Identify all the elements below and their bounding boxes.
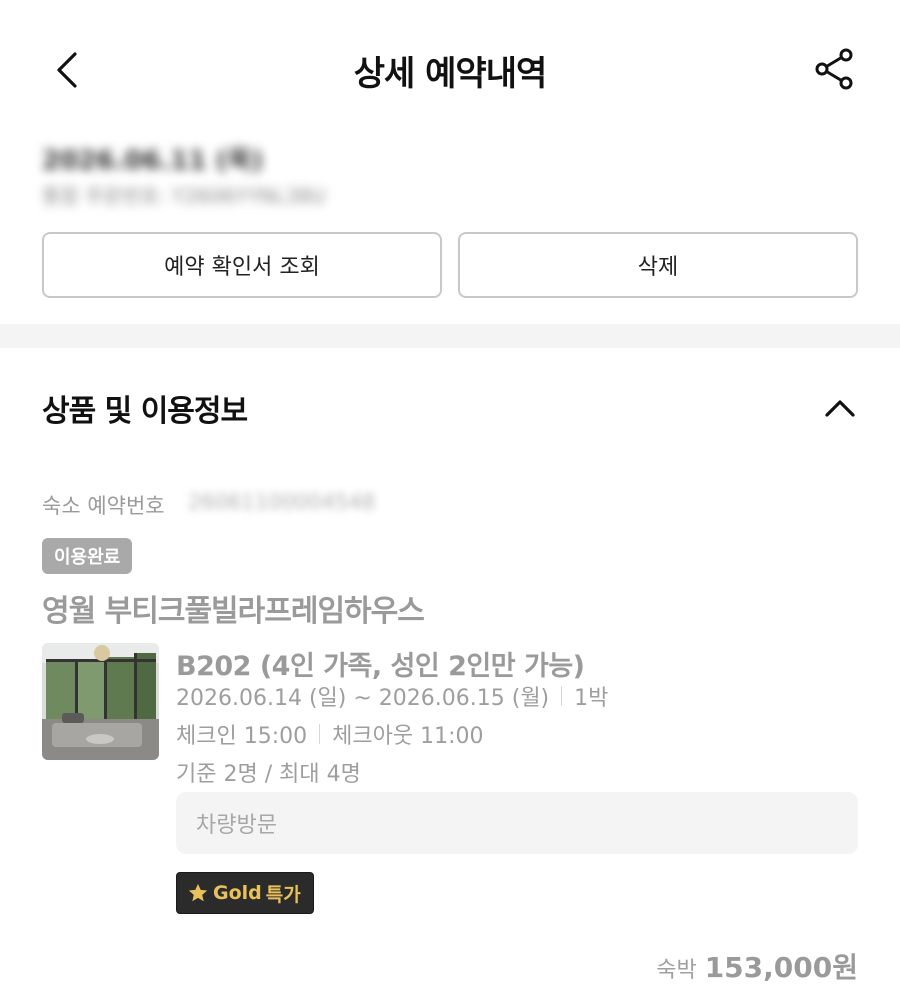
special-label: 특가	[265, 883, 301, 906]
stay-dates: 2026.06.14 (일) ~ 2026.06.15 (월) 1박	[176, 680, 608, 712]
vehicle-info: 차량방문	[176, 792, 858, 854]
page-title: 상세 예약내역	[353, 54, 548, 94]
reservation-number: 26061100004548	[188, 490, 376, 514]
room-photo	[42, 643, 159, 760]
view-confirmation-button[interactable]: 예약 확인서 조회	[42, 232, 442, 298]
section-divider	[0, 324, 900, 348]
gold-special-badge: Gold 특가	[176, 872, 314, 914]
separator	[319, 724, 321, 744]
status-badge: 이용완료	[42, 538, 133, 574]
price-value: 153,000원	[704, 951, 858, 984]
date-range: 2026.06.14 (일) ~ 2026.06.15 (월)	[176, 686, 550, 711]
room-thumbnail[interactable]	[42, 643, 159, 760]
check-times: 체크인 15:00 체크아웃 11:00	[176, 718, 483, 750]
price-row: 숙박 153,000원	[656, 946, 858, 986]
gold-label: Gold	[213, 882, 262, 904]
star-icon	[188, 883, 208, 902]
property-name[interactable]: 영월 부티크풀빌라프레임하우스	[42, 586, 425, 630]
nights: 1박	[574, 686, 609, 711]
check-out-time: 체크아웃 11:00	[332, 724, 484, 749]
check-in-time: 체크인 15:00	[176, 724, 308, 749]
order-date: 2026.06.11 (목)	[42, 146, 264, 176]
delete-button[interactable]: 삭제	[458, 232, 858, 298]
room-name: B202 (4인 가족, 성인 2인만 가능)	[176, 651, 585, 682]
collapse-button[interactable]	[820, 388, 860, 428]
section-title: 상품 및 이용정보	[42, 394, 248, 429]
order-number: 통합 주문번호: Y2606YYNL38U	[42, 184, 326, 208]
separator	[561, 686, 563, 706]
capacity: 기준 2명 / 최대 4명	[176, 762, 361, 787]
share-icon	[815, 48, 853, 90]
share-button[interactable]	[810, 44, 860, 94]
chevron-up-icon	[825, 400, 855, 417]
reservation-number-label: 숙소 예약번호	[42, 494, 165, 518]
header: 상세 예약내역	[0, 0, 900, 140]
price-label: 숙박	[656, 958, 697, 983]
